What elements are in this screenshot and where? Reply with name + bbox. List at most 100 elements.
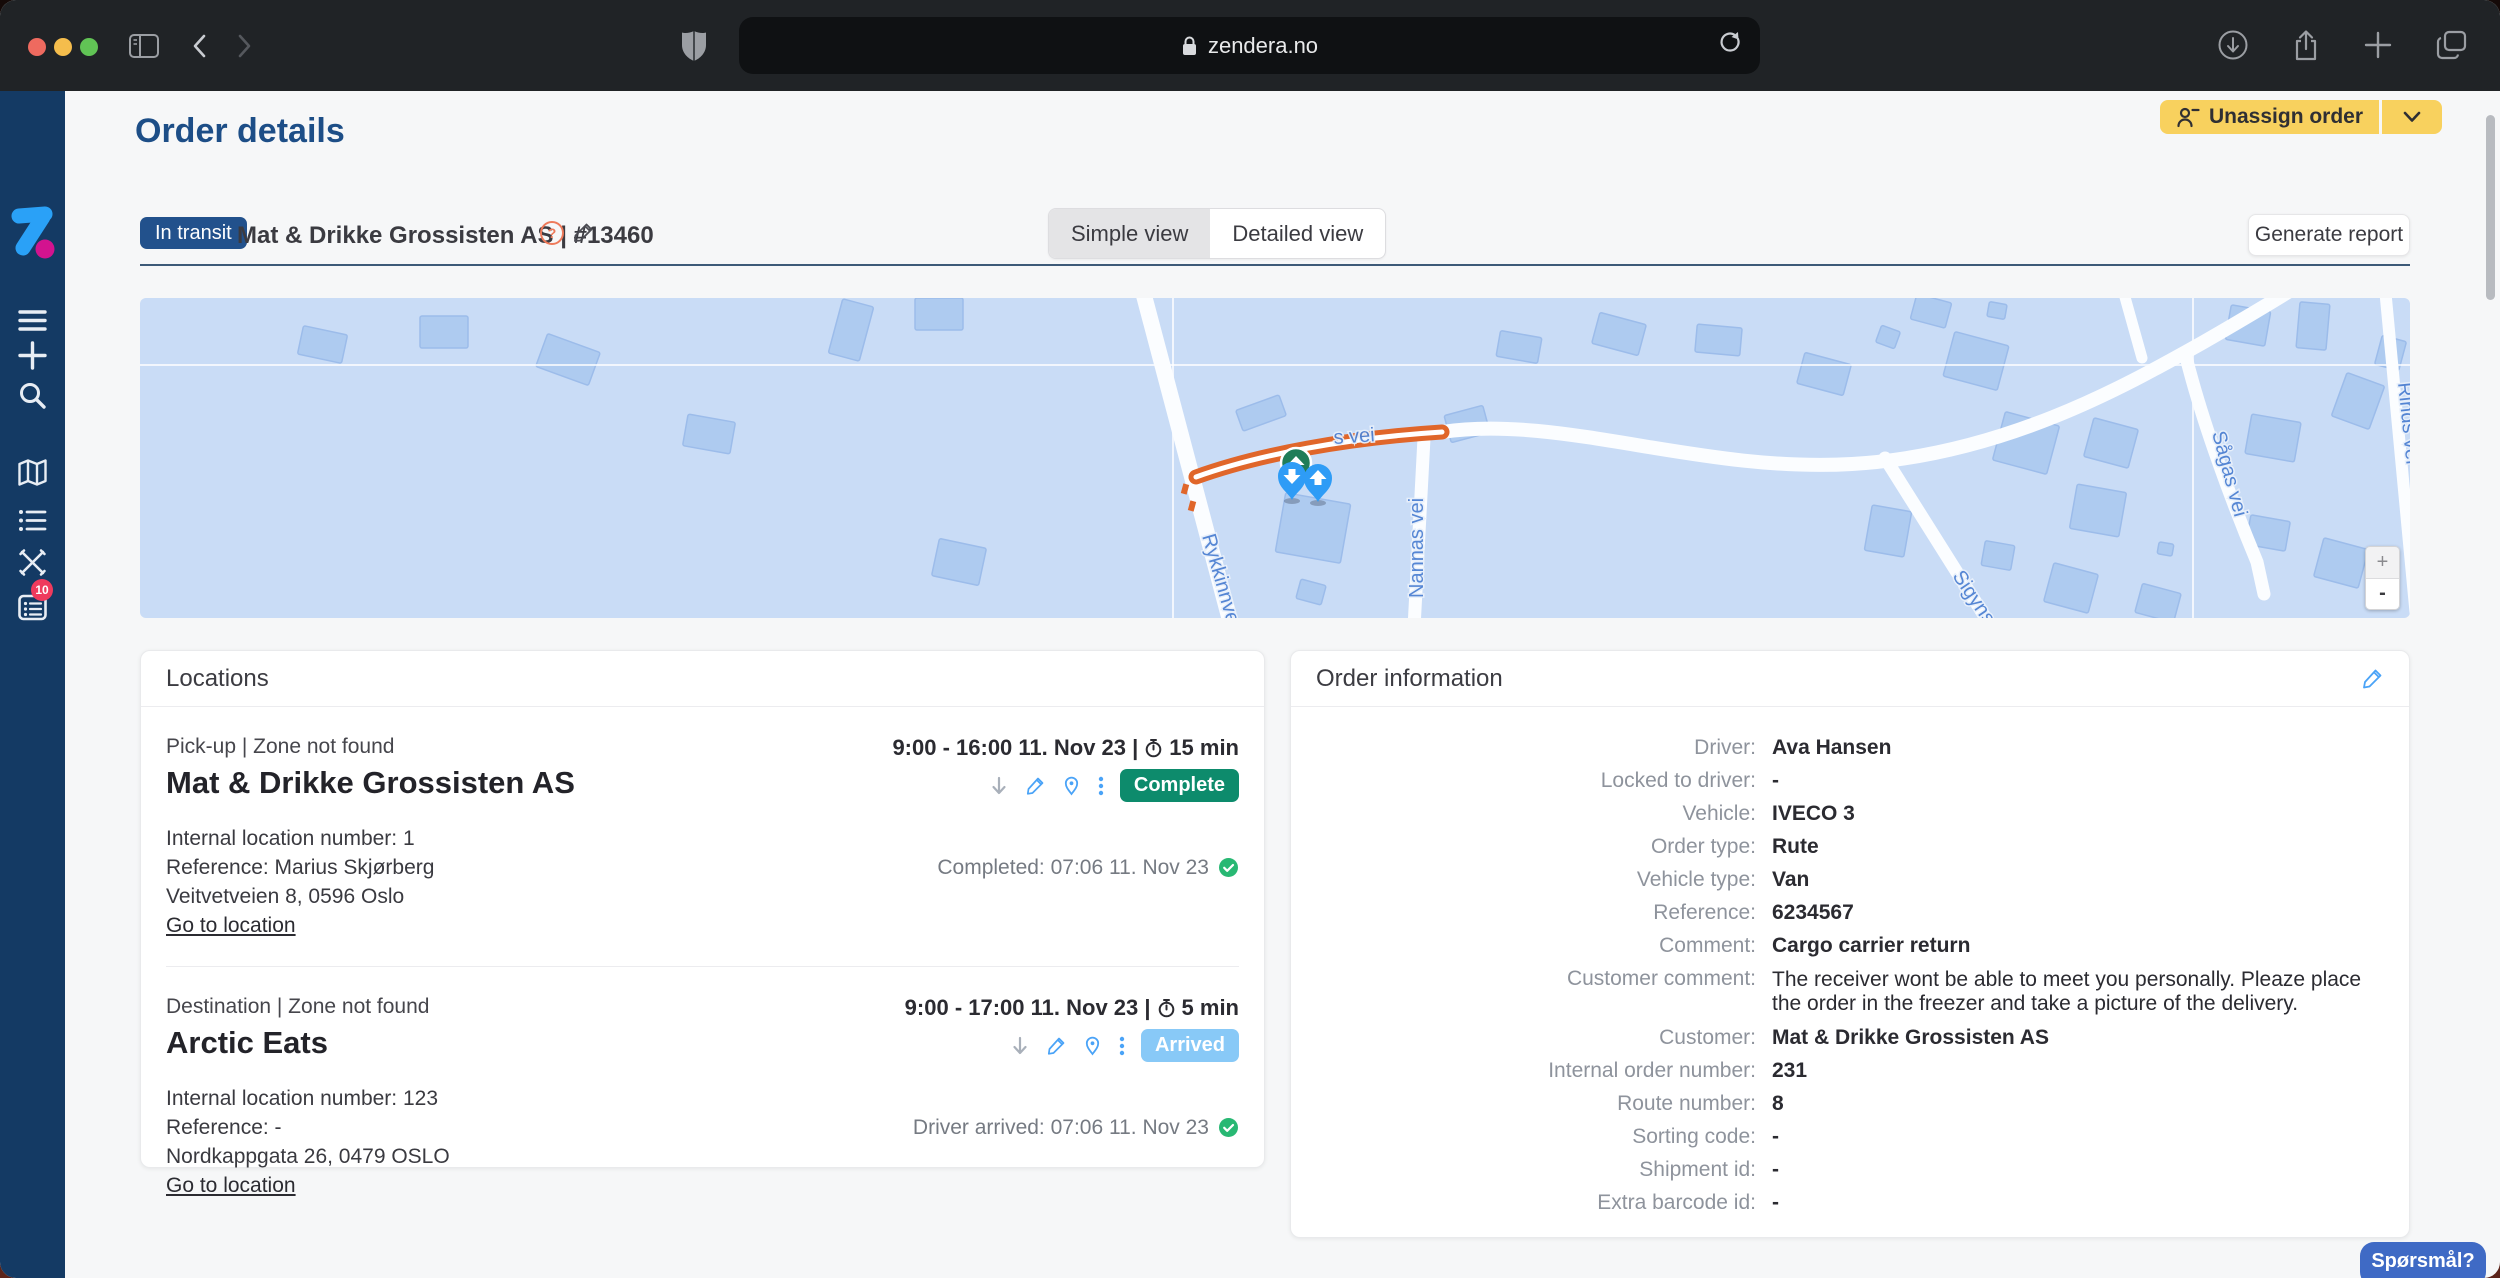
order-info-rows: Driver:Ava HansenLocked to driver:-Vehic…: [1291, 707, 2409, 1214]
map-zoom-in-button[interactable]: +: [2366, 547, 2399, 579]
downloads-icon[interactable]: [2216, 28, 2250, 62]
order-info-value: Rute: [1772, 836, 2384, 858]
unassign-order-button[interactable]: Unassign order: [2160, 100, 2442, 134]
address-bar[interactable]: zendera.no: [739, 17, 1760, 74]
generate-report-button[interactable]: Generate report: [2248, 214, 2410, 256]
status-badge: Complete: [1120, 769, 1239, 802]
sidebar-toggle-icon[interactable]: [128, 32, 160, 60]
zoom-window-button[interactable]: [80, 38, 98, 56]
map-building: [2069, 484, 2126, 537]
unassign-order-label: Unassign order: [2209, 105, 2363, 129]
reload-icon[interactable]: [1718, 30, 1744, 60]
map-building: [2245, 414, 2301, 462]
order-info-value: -: [1772, 1126, 2384, 1148]
edit-order-info-icon[interactable]: [2361, 667, 2384, 690]
close-window-button[interactable]: [28, 38, 46, 56]
lock-icon: [1181, 35, 1198, 57]
edit-order-icon[interactable]: [572, 220, 596, 244]
internal-location-number: Internal location number: 123: [166, 1084, 1239, 1113]
share-icon[interactable]: [2289, 28, 2323, 64]
location-kind: Destination | Zone not found: [166, 995, 429, 1019]
status-badge: Arrived: [1141, 1029, 1239, 1062]
check-circle-icon: [1218, 1117, 1239, 1138]
driver-arrived-timestamp: Driver arrived: 07:06 11. Nov 23: [913, 1113, 1209, 1142]
stopwatch-icon: [1157, 998, 1176, 1018]
planning-tools-icon[interactable]: [17, 547, 48, 578]
order-info-value: -: [1772, 1192, 2384, 1214]
order-info-value: Mat & Drikke Grossisten AS: [1772, 1027, 2384, 1049]
street-label: s vei: [1333, 424, 1376, 449]
order-information-title: Order information: [1316, 665, 1503, 693]
order-info-label: Locked to driver:: [1316, 770, 1756, 792]
help-icon[interactable]: ?: [540, 221, 564, 245]
stopwatch-icon: [1144, 738, 1163, 758]
map-zoom-out-button[interactable]: -: [2366, 579, 2399, 610]
location-entry-destination: Destination | Zone not found Arctic Eats…: [141, 967, 1264, 1200]
completed-timestamp: Completed: 07:06 11. Nov 23: [937, 853, 1209, 882]
browser-chrome: zendera.no: [0, 0, 2500, 91]
privacy-shield-icon[interactable]: [680, 29, 708, 63]
header-divider: [140, 264, 2410, 266]
location-address: Veitvetveien 8, 0596 Oslo: [166, 882, 1239, 911]
map-building: [2157, 542, 2174, 556]
page-title: Order details: [135, 112, 345, 151]
order-info-label: Vehicle type:: [1316, 869, 1756, 891]
order-info-value: 8: [1772, 1093, 2384, 1115]
unassign-dropdown-button[interactable]: [2382, 100, 2442, 134]
back-icon[interactable]: [190, 32, 210, 60]
order-information-card: Order information Driver:Ava HansenLocke…: [1290, 650, 2410, 1238]
add-icon[interactable]: [17, 340, 48, 371]
more-options-icon[interactable]: [1118, 1035, 1126, 1057]
map-building: [420, 316, 468, 348]
new-tab-icon[interactable]: [2361, 28, 2395, 62]
tab-overview-icon[interactable]: [2434, 28, 2470, 62]
tab-simple-view[interactable]: Simple view: [1049, 209, 1210, 258]
move-down-icon[interactable]: [988, 775, 1010, 797]
map[interactable]: RykkinnveienNannas veis veiSigyns veiSåg…: [140, 298, 2410, 618]
internal-location-number: Internal location number: 1: [166, 824, 1239, 853]
time-window: 9:00 - 17:00 11. Nov 23 |: [905, 995, 1151, 1021]
time-window: 9:00 - 16:00 11. Nov 23 |: [892, 735, 1138, 761]
map-building: [1987, 302, 2007, 320]
forward-icon[interactable]: [234, 32, 254, 60]
map-pin-icon[interactable]: [1061, 775, 1082, 796]
location-name: Mat & Drikke Grossisten AS: [166, 765, 575, 801]
minimize-window-button[interactable]: [54, 38, 72, 56]
app-sidebar: 10 MO: [0, 91, 65, 1278]
go-to-location-link[interactable]: Go to location: [166, 911, 296, 940]
order-info-label: Driver:: [1316, 737, 1756, 759]
orders-notification-badge: 10: [31, 579, 53, 601]
browser-window: zendera.no: [0, 0, 2500, 1278]
chat-questions-button[interactable]: Spørsmål?: [2360, 1242, 2486, 1278]
order-info-value: -: [1772, 770, 2384, 792]
order-info-value: 231: [1772, 1060, 2384, 1082]
url-text: zendera.no: [1208, 33, 1318, 59]
search-icon[interactable]: [17, 380, 48, 411]
map-pin-icon[interactable]: [1082, 1035, 1103, 1056]
order-info-label: Customer comment:: [1316, 968, 1756, 1016]
map-icon[interactable]: [17, 457, 48, 488]
move-down-icon[interactable]: [1009, 1035, 1031, 1057]
location-kind: Pick-up | Zone not found: [166, 735, 575, 759]
list-icon[interactable]: [17, 505, 48, 536]
go-to-location-link[interactable]: Go to location: [166, 1171, 296, 1200]
map-building: [1864, 505, 1911, 557]
map-building: [1981, 541, 2015, 571]
order-info-label: Route number:: [1316, 1093, 1756, 1115]
menu-icon[interactable]: [17, 305, 48, 336]
edit-location-icon[interactable]: [1025, 775, 1046, 796]
tab-detailed-view[interactable]: Detailed view: [1210, 209, 1385, 258]
order-info-value: The receiver wont be able to meet you pe…: [1772, 968, 2384, 1016]
order-info-label: Customer:: [1316, 1027, 1756, 1049]
zendera-logo[interactable]: [8, 206, 58, 260]
order-info-label: Comment:: [1316, 935, 1756, 957]
more-options-icon[interactable]: [1097, 775, 1105, 797]
locations-card: Locations Pick-up | Zone not found Mat &…: [140, 650, 1265, 1168]
edit-location-icon[interactable]: [1046, 1035, 1067, 1056]
order-info-label: Order type:: [1316, 836, 1756, 858]
order-info-value: Cargo carrier return: [1772, 935, 2384, 957]
service-duration: 15 min: [1169, 735, 1239, 761]
page-scrollbar[interactable]: [2486, 115, 2495, 300]
order-info-label: Extra barcode id:: [1316, 1192, 1756, 1214]
location-entry-pickup: Pick-up | Zone not found Mat & Drikke Gr…: [141, 707, 1264, 940]
